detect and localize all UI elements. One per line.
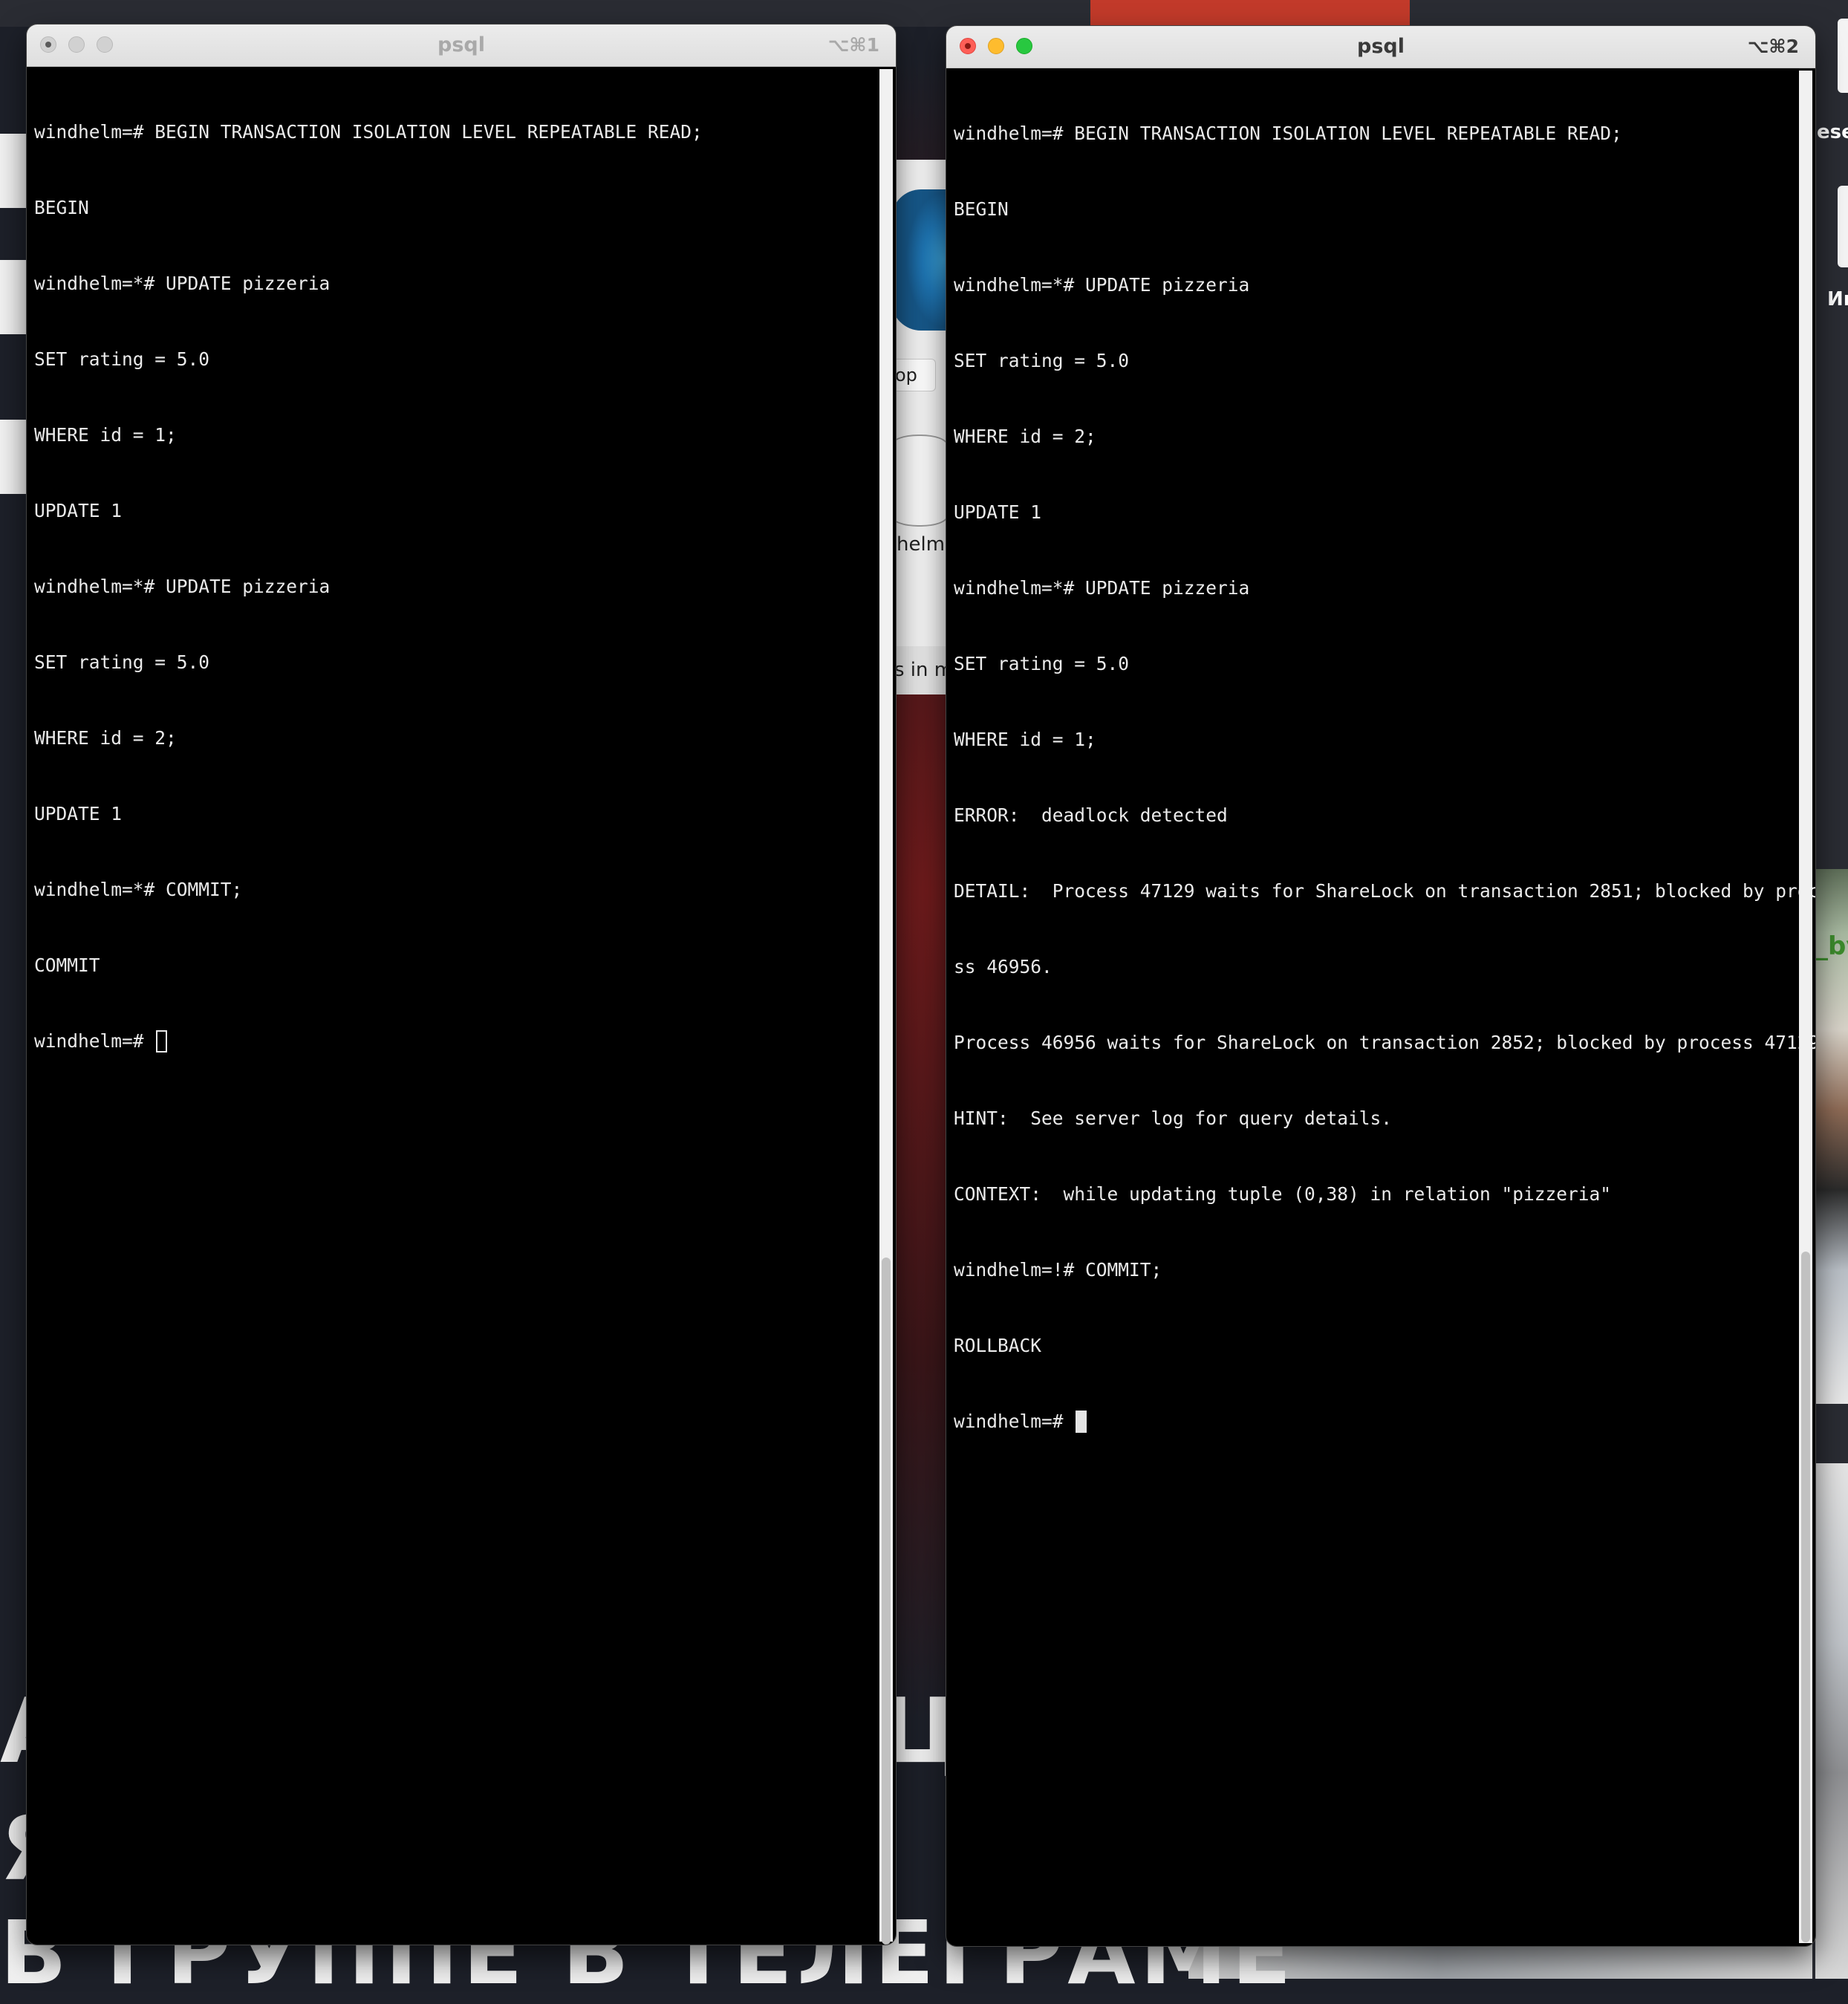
- terminal-error-line: ss 46956.: [954, 956, 1052, 977]
- terminal-line: windhelm=*# UPDATE pizzeria: [954, 577, 1250, 599]
- terminal-line: WHERE id = 1;: [954, 729, 1096, 750]
- terminal-line: BEGIN: [954, 198, 1009, 220]
- terminal-line: WHERE id = 2;: [34, 727, 177, 749]
- background-panel-edge: [0, 420, 27, 494]
- terminal-error-line: HINT: See server log for query details.: [954, 1107, 1393, 1129]
- terminal-line: BEGIN: [34, 197, 89, 218]
- background-panel-edge: [0, 260, 27, 334]
- terminal-line: windhelm=*# COMMIT;: [34, 879, 243, 900]
- right-edge-green-text: _by: [1815, 931, 1848, 961]
- terminal-line: SET rating = 5.0: [954, 350, 1130, 371]
- terminal-line: SET rating = 5.0: [954, 653, 1130, 674]
- window-titlebar[interactable]: psql ⌥⌘2: [946, 26, 1815, 68]
- database-icon: [891, 435, 948, 527]
- terminal-error-line: Process 46956 waits for ShareLock on tra…: [954, 1032, 1815, 1053]
- background-app-footer-text: s in m: [894, 659, 954, 681]
- terminal-output[interactable]: windhelm=# BEGIN TRANSACTION ISOLATION L…: [954, 71, 1815, 1946]
- terminal-error-line: CONTEXT: while updating tuple (0,38) in …: [954, 1183, 1612, 1205]
- window-title: psql: [1357, 35, 1405, 58]
- window-title: psql: [437, 33, 485, 56]
- background-panel-edge: [0, 134, 27, 208]
- background-app-button[interactable]: op: [890, 359, 936, 391]
- window-shortcut: ⌥⌘1: [827, 34, 879, 56]
- right-edge-card: [1838, 186, 1848, 267]
- terminal-line: WHERE id = 1;: [34, 424, 177, 446]
- terminal-line: ROLLBACK: [954, 1335, 1042, 1356]
- terminal-line: windhelm=*# UPDATE pizzeria: [34, 273, 331, 294]
- terminal-line: windhelm=# BEGIN TRANSACTION ISOLATION L…: [954, 123, 1622, 144]
- terminal-line: windhelm=!# COMMIT;: [954, 1259, 1162, 1281]
- right-edge-photo: [1815, 1463, 1848, 1979]
- window-titlebar[interactable]: psql ⌥⌘1: [27, 25, 896, 67]
- background-top-bar: [0, 0, 1848, 27]
- terminal-output[interactable]: windhelm=# BEGIN TRANSACTION ISOLATION L…: [34, 69, 873, 1945]
- terminal-prompt: windhelm=#: [954, 1411, 1075, 1432]
- terminal-error-line: ERROR: deadlock detected: [954, 804, 1228, 826]
- terminal-line: windhelm=*# UPDATE pizzeria: [34, 576, 331, 597]
- scrollbar-thumb[interactable]: [882, 1258, 891, 1945]
- terminal-prompt-line[interactable]: windhelm=#: [34, 1029, 873, 1054]
- right-edge-label: ese: [1817, 121, 1848, 143]
- psql-terminal-window-2[interactable]: psql ⌥⌘2 windhelm=# BEGIN TRANSACTION IS…: [946, 26, 1815, 1946]
- terminal-prompt-line[interactable]: windhelm=#: [954, 1409, 1793, 1434]
- terminal-line: COMMIT: [34, 954, 100, 976]
- terminal-line: windhelm=# BEGIN TRANSACTION ISOLATION L…: [34, 121, 703, 143]
- window-shortcut: ⌥⌘2: [1747, 36, 1799, 57]
- terminal-line: WHERE id = 2;: [954, 426, 1096, 447]
- terminal-line: SET rating = 5.0: [34, 651, 210, 673]
- terminal-line: UPDATE 1: [34, 803, 123, 824]
- terminal-line: UPDATE 1: [34, 500, 123, 521]
- terminal-line: windhelm=*# UPDATE pizzeria: [954, 274, 1250, 296]
- terminal-prompt: windhelm=#: [34, 1030, 155, 1052]
- scrollbar-thumb[interactable]: [1801, 1252, 1810, 1942]
- psql-terminal-window-1[interactable]: psql ⌥⌘1 windhelm=# BEGIN TRANSACTION IS…: [27, 25, 896, 1945]
- background-app-label: helm: [897, 533, 946, 556]
- terminal-line: UPDATE 1: [954, 501, 1042, 523]
- background-red-strip: [1090, 0, 1410, 27]
- terminal-error-line: DETAIL: Process 47129 waits for ShareLoc…: [954, 880, 1815, 902]
- right-edge-label: Иг: [1827, 288, 1848, 310]
- terminal-line: SET rating = 5.0: [34, 348, 210, 370]
- text-cursor: [156, 1030, 168, 1053]
- right-edge-card: [1838, 19, 1848, 93]
- text-cursor: [1076, 1411, 1087, 1433]
